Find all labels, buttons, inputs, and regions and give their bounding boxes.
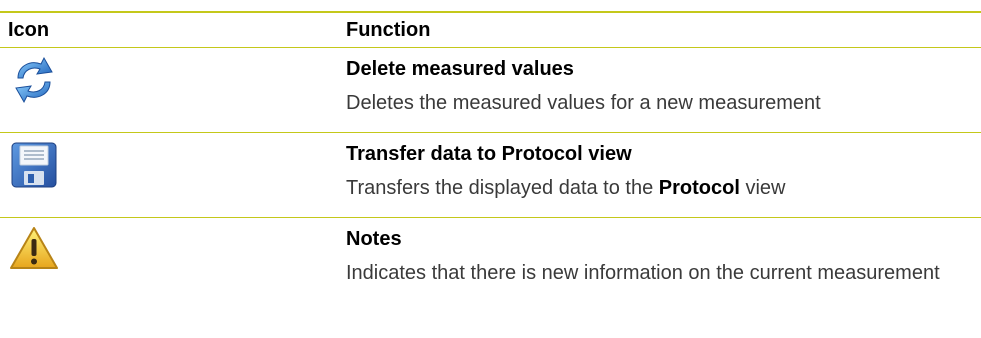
row-description: Deletes the measured values for a new me… — [346, 92, 821, 114]
warning-triangle-icon — [8, 224, 68, 284]
function-cell: Transfer data to Protocol view Transfers… — [346, 133, 981, 217]
function-cell: Notes Indicates that there is new inform… — [346, 218, 981, 320]
header-icon: Icon — [8, 18, 50, 41]
table-header-row: Icon Function — [0, 13, 981, 48]
row-title: Delete measured values — [346, 58, 574, 80]
icon-cell — [0, 218, 346, 320]
function-table: Icon Function Delete measured values Del… — [0, 11, 981, 320]
row-description: Transfers the displayed data to the Prot… — [346, 174, 981, 202]
header-function: Function — [346, 18, 431, 41]
table-row: Notes Indicates that there is new inform… — [0, 218, 981, 320]
floppy-disk-icon — [8, 139, 68, 199]
desc-bold-protocol: Protocol — [658, 177, 740, 199]
row-description: Indicates that there is new information … — [346, 262, 940, 284]
desc-prefix: Transfers the displayed data to the — [346, 177, 659, 199]
table-row: Transfer data to Protocol view Transfers… — [0, 133, 981, 218]
desc-suffix: view — [739, 177, 786, 199]
icon-cell — [0, 48, 346, 132]
function-cell: Delete measured values Deletes the measu… — [346, 48, 981, 132]
row-title: Notes — [346, 228, 402, 250]
icon-cell — [0, 133, 346, 217]
refresh-arrows-icon — [8, 54, 68, 114]
row-title: Transfer data to Protocol view — [346, 143, 632, 165]
table-row: Delete measured values Deletes the measu… — [0, 48, 981, 133]
